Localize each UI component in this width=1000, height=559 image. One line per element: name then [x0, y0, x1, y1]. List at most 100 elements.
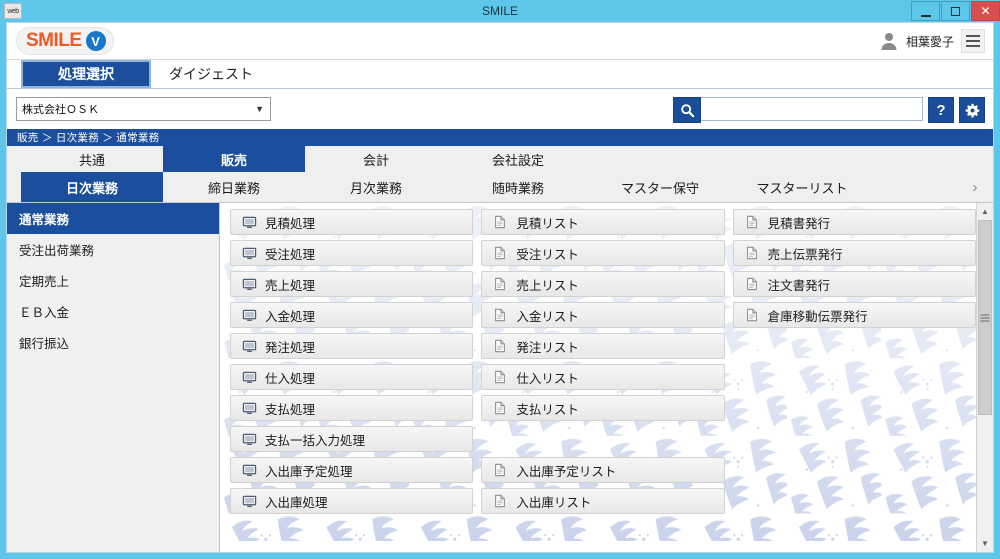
- document-icon: [492, 245, 508, 261]
- menu-item-label: 支払リスト: [516, 402, 579, 417]
- menu-item-purchase-order-issue[interactable]: 注文書発行: [732, 271, 976, 297]
- menu-grid: 見積処理 受注処理 売上処理 入金処理 発注処理 仕入処理 支払処理 支払一括入…: [220, 203, 976, 519]
- smile-application-window: web SMILE ✕ SMILE V 相葉愛子 処理選択 ダイジェスト 株式会…: [0, 0, 1000, 559]
- subtab-daily-operations[interactable]: 日次業務: [21, 172, 163, 202]
- scrollbar-grip-icon: [980, 314, 990, 321]
- company-select[interactable]: 株式会社ＯＳＫ ▼: [16, 97, 271, 121]
- menu-item-purchase-processing[interactable]: 仕入処理: [230, 364, 474, 390]
- close-button[interactable]: ✕: [971, 1, 1000, 21]
- menu-item-quotation-list[interactable]: 見積リスト: [481, 209, 725, 235]
- chevron-right-icon[interactable]: ›: [965, 172, 985, 202]
- sidebar-item-normal-operations[interactable]: 通常業務: [7, 203, 219, 234]
- maximize-button[interactable]: [941, 1, 970, 21]
- menu-item-label: 売上リスト: [516, 278, 579, 293]
- menu-item-label: 入出庫予定処理: [265, 464, 353, 479]
- subtab-master-maintenance[interactable]: マスター保守: [589, 172, 731, 202]
- sidebar-item-bank-transfer[interactable]: 銀行振込: [7, 327, 219, 358]
- menu-item-label: 入出庫処理: [265, 495, 328, 510]
- menu-item-label: 受注リスト: [516, 247, 579, 262]
- user-name-label: 相葉愛子: [905, 34, 954, 49]
- menu-item-payment-list[interactable]: 支払リスト: [481, 395, 725, 421]
- document-icon: [492, 493, 508, 509]
- menu-column-processing: 見積処理 受注処理 売上処理 入金処理 発注処理 仕入処理 支払処理 支払一括入…: [230, 209, 474, 519]
- tab-company-settings[interactable]: 会社設定: [447, 146, 589, 172]
- menu-column-lists: 見積リスト 受注リスト 売上リスト 入金リスト 発注リスト 仕入リスト 支払リス…: [481, 209, 725, 519]
- search-icon: [680, 103, 694, 117]
- menu-item-deposit-list[interactable]: 入金リスト: [481, 302, 725, 328]
- menu-item-label: 仕入リスト: [516, 371, 579, 386]
- tab-accounting[interactable]: 会計: [305, 146, 447, 172]
- menu-item-warehouse-list[interactable]: 入出庫リスト: [481, 488, 725, 514]
- tab-process-selection[interactable]: 処理選択: [21, 60, 151, 88]
- menu-item-label: 売上処理: [265, 278, 316, 293]
- sidebar-item-eb-deposit[interactable]: ＥＢ入金: [7, 296, 219, 327]
- content-body: 通常業務 受注出荷業務 定期売上 ＥＢ入金 銀行振込 見積処理 受注処理 売上処…: [7, 203, 993, 552]
- monitor-icon: [241, 214, 257, 230]
- menu-item-warehouse-transfer-slip-issue[interactable]: 倉庫移動伝票発行: [732, 302, 976, 328]
- subtab-master-list[interactable]: マスターリスト: [731, 172, 873, 202]
- menu-item-spacer: [481, 426, 724, 452]
- menu-item-label: 見積処理: [265, 216, 316, 231]
- document-icon: [492, 307, 508, 323]
- subtab-occasional-operations[interactable]: 随時業務: [447, 172, 589, 202]
- monitor-icon: [241, 462, 257, 478]
- scroll-down-arrow-icon[interactable]: ▼: [977, 535, 993, 552]
- application-frame: SMILE V 相葉愛子 処理選択 ダイジェスト 株式会社ＯＳＫ ▼ ? 販売 …: [6, 22, 994, 553]
- gear-icon: [965, 103, 979, 117]
- menu-item-purchase-order-list[interactable]: 発注リスト: [481, 333, 725, 359]
- menu-item-sales-list[interactable]: 売上リスト: [481, 271, 725, 297]
- document-icon: [492, 276, 508, 292]
- breadcrumb: 販売 ＞ 日次業務 ＞ 通常業務: [7, 129, 993, 146]
- menu-item-order-list[interactable]: 受注リスト: [481, 240, 725, 266]
- search-button[interactable]: [673, 97, 701, 123]
- monitor-icon: [241, 307, 257, 323]
- settings-button[interactable]: [959, 97, 985, 123]
- module-tab-area: 共通 販売 会計 会社設定 日次業務 締日業務 月次業務 随時業務 マスター保守…: [7, 146, 993, 203]
- document-icon: [744, 214, 760, 230]
- subtab-closing-operations[interactable]: 締日業務: [163, 172, 305, 202]
- menu-item-label: 入出庫予定リスト: [516, 464, 617, 479]
- company-and-search-bar: 株式会社ＯＳＫ ▼ ?: [7, 89, 993, 129]
- menu-item-purchase-order-processing[interactable]: 発注処理: [230, 333, 474, 359]
- menu-item-quotation-issue[interactable]: 見積書発行: [732, 209, 976, 235]
- sidebar-item-periodic-sales[interactable]: 定期売上: [7, 265, 219, 296]
- menu-item-order-processing[interactable]: 受注処理: [230, 240, 474, 266]
- sidebar-item-order-shipping[interactable]: 受注出荷業務: [7, 234, 219, 265]
- tab-digest[interactable]: ダイジェスト: [151, 60, 271, 88]
- menu-item-warehouse-schedule-processing[interactable]: 入出庫予定処理: [230, 457, 474, 483]
- monitor-icon: [241, 245, 257, 261]
- menu-item-quotation-processing[interactable]: 見積処理: [230, 209, 474, 235]
- scroll-up-arrow-icon[interactable]: ▲: [977, 203, 993, 220]
- menu-item-sales-slip-issue[interactable]: 売上伝票発行: [732, 240, 976, 266]
- search-group: ?: [673, 97, 985, 123]
- hamburger-menu-icon[interactable]: [961, 29, 985, 53]
- document-icon: [492, 214, 508, 230]
- menu-item-purchase-list[interactable]: 仕入リスト: [481, 364, 725, 390]
- menu-item-payment-processing[interactable]: 支払処理: [230, 395, 474, 421]
- menu-item-payment-batch-entry-processing[interactable]: 支払一括入力処理: [230, 426, 474, 452]
- menu-item-warehouse-processing[interactable]: 入出庫処理: [230, 488, 474, 514]
- sub-tab-row: 日次業務 締日業務 月次業務 随時業務 マスター保守 マスターリスト ›: [21, 172, 993, 202]
- menu-item-label: 見積書発行: [767, 216, 831, 231]
- document-icon: [492, 369, 508, 385]
- user-avatar-icon: [881, 33, 897, 50]
- search-input[interactable]: [701, 97, 923, 121]
- help-button[interactable]: ?: [928, 97, 954, 123]
- menu-item-deposit-processing[interactable]: 入金処理: [230, 302, 474, 328]
- vertical-scrollbar[interactable]: ▲ ▼: [976, 203, 993, 552]
- tab-sales[interactable]: 販売: [163, 146, 305, 172]
- menu-item-label: 売上伝票発行: [767, 247, 843, 262]
- menu-item-label: 入金リスト: [516, 309, 579, 324]
- tab-common[interactable]: 共通: [21, 146, 163, 172]
- scrollbar-thumb[interactable]: [978, 220, 992, 415]
- menu-panel: 見積処理 受注処理 売上処理 入金処理 発注処理 仕入処理 支払処理 支払一括入…: [220, 203, 976, 552]
- menu-item-label: 受注処理: [265, 247, 316, 262]
- menu-item-sales-processing[interactable]: 売上処理: [230, 271, 474, 297]
- primary-tab-bar: 処理選択 ダイジェスト: [7, 59, 993, 89]
- document-icon: [492, 400, 508, 416]
- menu-item-label: 発注処理: [265, 340, 316, 355]
- minimize-button[interactable]: [911, 1, 940, 21]
- subtab-monthly-operations[interactable]: 月次業務: [305, 172, 447, 202]
- company-select-value: 株式会社ＯＳＫ: [22, 104, 99, 116]
- menu-item-warehouse-schedule-list[interactable]: 入出庫予定リスト: [481, 457, 725, 483]
